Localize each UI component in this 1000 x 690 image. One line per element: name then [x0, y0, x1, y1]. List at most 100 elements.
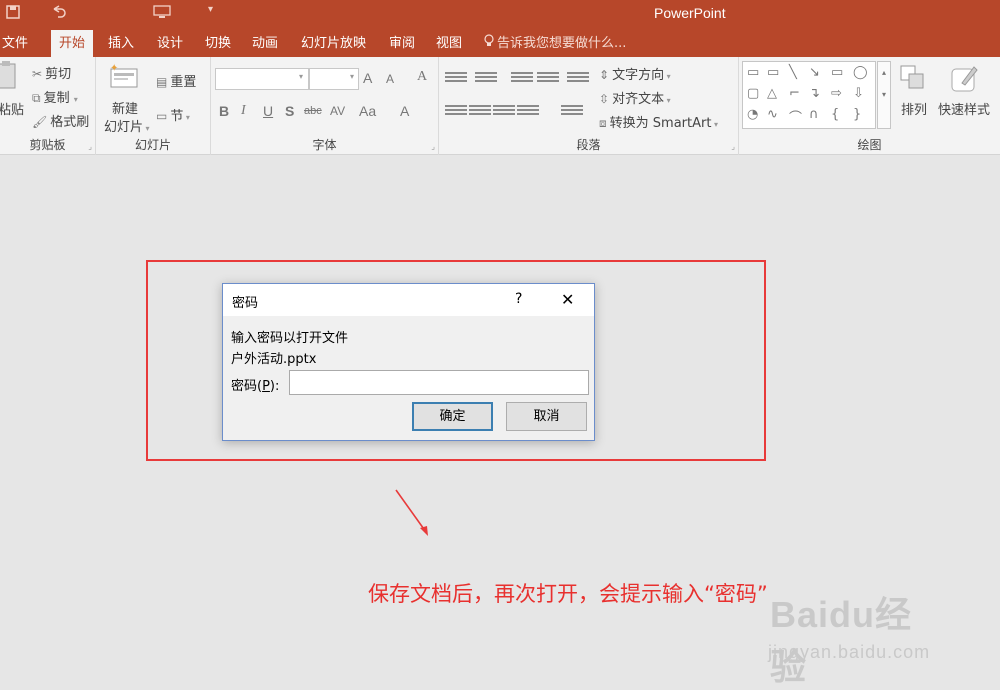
italic-button[interactable]: I — [241, 103, 246, 119]
bullets-icon[interactable] — [445, 72, 467, 86]
arrange-button[interactable]: 排列 — [901, 99, 927, 118]
align-left-icon[interactable] — [445, 105, 467, 119]
vertical-textbox-shape-icon[interactable]: ▭ — [767, 65, 779, 80]
help-icon[interactable]: ? — [515, 291, 522, 307]
cut-button[interactable]: ✂ 剪切 — [32, 63, 71, 82]
elbow-arrow-shape-icon[interactable]: ↴ — [809, 86, 820, 101]
tab-animations[interactable]: 动画 — [252, 30, 278, 57]
paste-icon[interactable] — [0, 61, 18, 93]
shape-gallery[interactable]: ▭ ▭ ╲ ↘ ▭ ◯ ▢ △ ⌐ ↴ ⇨ ⇩ ◔ ∿ ⌒ ∩ { } — [742, 61, 876, 129]
slides-label: 幻灯片 — [134, 138, 171, 152]
watermark-url: jingyan.baidu.com — [768, 642, 931, 662]
paragraph-label: 段落 — [576, 138, 601, 152]
right-brace-shape-icon[interactable]: } — [853, 107, 861, 122]
tell-me-box[interactable]: 告诉我您想要做什么... — [484, 30, 626, 57]
dialog-launcher-icon[interactable]: ⌟ — [431, 142, 435, 151]
textbox-shape-icon[interactable]: ▭ — [747, 65, 759, 80]
justify-icon[interactable] — [517, 105, 539, 119]
password-input[interactable] — [289, 370, 589, 395]
arc-shape-icon[interactable]: ⌒ — [789, 107, 802, 126]
align-center-icon[interactable] — [469, 105, 491, 119]
reset-icon: ▤ — [156, 75, 168, 89]
dialog-launcher-icon[interactable]: ⌟ — [88, 142, 92, 151]
undo-icon[interactable] — [50, 5, 68, 23]
new-slide-label-1[interactable]: 新建 — [112, 98, 138, 117]
svg-text:✦: ✦ — [110, 63, 118, 74]
char-spacing-button[interactable]: AV — [330, 104, 345, 118]
triangle-shape-icon[interactable]: △ — [767, 86, 777, 101]
align-text-button[interactable]: ⇳ 对齐文本 ▾ — [599, 88, 671, 107]
shrink-font-button[interactable]: A — [386, 72, 394, 86]
rectangle-shape-icon[interactable]: ▭ — [831, 65, 843, 80]
decrease-indent-icon[interactable] — [511, 72, 533, 86]
smartart-button[interactable]: ⧈ 转换为 SmartArt ▾ — [599, 112, 718, 131]
annotation-caption: 保存文档后，再次打开，会提示输入“密码” — [368, 582, 768, 606]
scribble-shape-icon[interactable]: ∿ — [767, 107, 778, 122]
font-name-select[interactable] — [215, 68, 309, 90]
freeform-shape-icon[interactable]: ◔ — [747, 107, 758, 122]
tab-insert[interactable]: 插入 — [108, 30, 134, 57]
arrow-line-shape-icon[interactable]: ↘ — [809, 65, 820, 80]
ribbon: 粘贴 ✂ 剪切 ⧉ 复制 ▾ 🖌 格式刷 剪贴板 ⌟ ✦ 新建 幻灯片 ▾ ▤ 重置 ▭… — [0, 57, 1000, 155]
slides-group: ✦ 新建 幻灯片 ▾ ▤ 重置 ▭ 节 ▾ 幻灯片 — [96, 57, 211, 155]
tab-home[interactable]: 开始 — [51, 30, 94, 57]
quick-styles-button[interactable]: 快速样式 — [938, 99, 990, 118]
arrange-icon[interactable] — [900, 65, 926, 95]
left-brace-shape-icon[interactable]: { — [831, 107, 839, 122]
annotation-arrow-icon — [395, 489, 428, 536]
tab-slideshow[interactable]: 幻灯片放映 — [301, 30, 366, 57]
password-dialog: 密码 ? ✕ 输入密码以打开文件 户外活动.pptx 密码(P): 确定 取消 — [222, 283, 595, 441]
customize-icon[interactable]: ▾ — [208, 4, 213, 15]
quick-styles-icon[interactable] — [950, 63, 980, 97]
align-right-icon[interactable] — [493, 105, 515, 119]
rounded-rect-shape-icon[interactable]: ▢ — [747, 86, 759, 101]
numbering-icon[interactable] — [475, 72, 497, 86]
present-icon[interactable] — [153, 5, 171, 23]
tab-transitions[interactable]: 切换 — [205, 30, 231, 57]
strikethrough-button[interactable]: abc — [304, 105, 322, 117]
tell-me-text: 告诉我您想要做什么... — [497, 36, 627, 51]
save-icon[interactable] — [6, 5, 20, 23]
line-spacing-icon[interactable] — [567, 72, 589, 86]
reset-button[interactable]: ▤ 重置 — [156, 71, 196, 90]
columns-icon[interactable] — [561, 105, 583, 119]
paragraph-group: ⇕ 文字方向 ▾ ⇳ 对齐文本 ▾ ⧈ 转换为 SmartArt ▾ 段落 ⌟ — [439, 57, 739, 155]
right-arrow-shape-icon[interactable]: ⇨ — [831, 86, 842, 101]
tab-design[interactable]: 设计 — [157, 30, 183, 57]
paste-button[interactable]: 粘贴 — [0, 99, 24, 118]
smartart-icon: ⧈ — [599, 116, 607, 130]
clipboard-label: 剪贴板 — [29, 138, 66, 152]
format-painter-button[interactable]: 🖌 格式刷 — [32, 111, 89, 130]
cancel-button[interactable]: 取消 — [506, 402, 587, 431]
underline-button[interactable]: U — [263, 103, 273, 119]
new-slide-label-2[interactable]: 幻灯片 ▾ — [104, 116, 150, 135]
clear-format-icon[interactable]: A — [417, 69, 427, 85]
copy-button[interactable]: ⧉ 复制 ▾ — [32, 87, 78, 106]
text-direction-icon: ⇕ — [599, 68, 610, 82]
change-case-button[interactable]: Aa — [359, 103, 376, 119]
down-arrow-shape-icon[interactable]: ⇩ — [853, 86, 864, 101]
gallery-scroll[interactable]: ▴ ▾ — [877, 61, 891, 129]
curve-shape-icon[interactable]: ∩ — [809, 107, 819, 122]
line-shape-icon[interactable]: ╲ — [789, 65, 797, 80]
section-button[interactable]: ▭ 节 ▾ — [156, 105, 190, 124]
new-slide-icon[interactable]: ✦ — [110, 63, 140, 93]
elbow-connector-shape-icon[interactable]: ⌐ — [789, 86, 800, 101]
font-color-button[interactable]: A — [400, 103, 409, 119]
tab-review[interactable]: 审阅 — [389, 30, 415, 57]
dialog-message: 输入密码以打开文件 — [231, 331, 349, 346]
grow-font-button[interactable]: A — [363, 70, 372, 86]
close-icon[interactable]: ✕ — [561, 290, 574, 309]
increase-indent-icon[interactable] — [537, 72, 559, 86]
chevron-down-icon: ▾ — [299, 72, 304, 81]
oval-shape-icon[interactable]: ◯ — [853, 65, 868, 80]
shadow-button[interactable]: S — [285, 103, 294, 119]
tab-file[interactable]: 文件 — [2, 30, 28, 57]
bold-button[interactable]: B — [219, 103, 229, 119]
tab-view[interactable]: 视图 — [436, 30, 462, 57]
text-direction-button[interactable]: ⇕ 文字方向 ▾ — [599, 64, 671, 83]
dialog-launcher-icon[interactable]: ⌟ — [731, 142, 735, 151]
chevron-down-icon: ▾ — [350, 72, 355, 81]
font-label: 字体 — [312, 138, 337, 152]
ok-button[interactable]: 确定 — [412, 402, 493, 431]
